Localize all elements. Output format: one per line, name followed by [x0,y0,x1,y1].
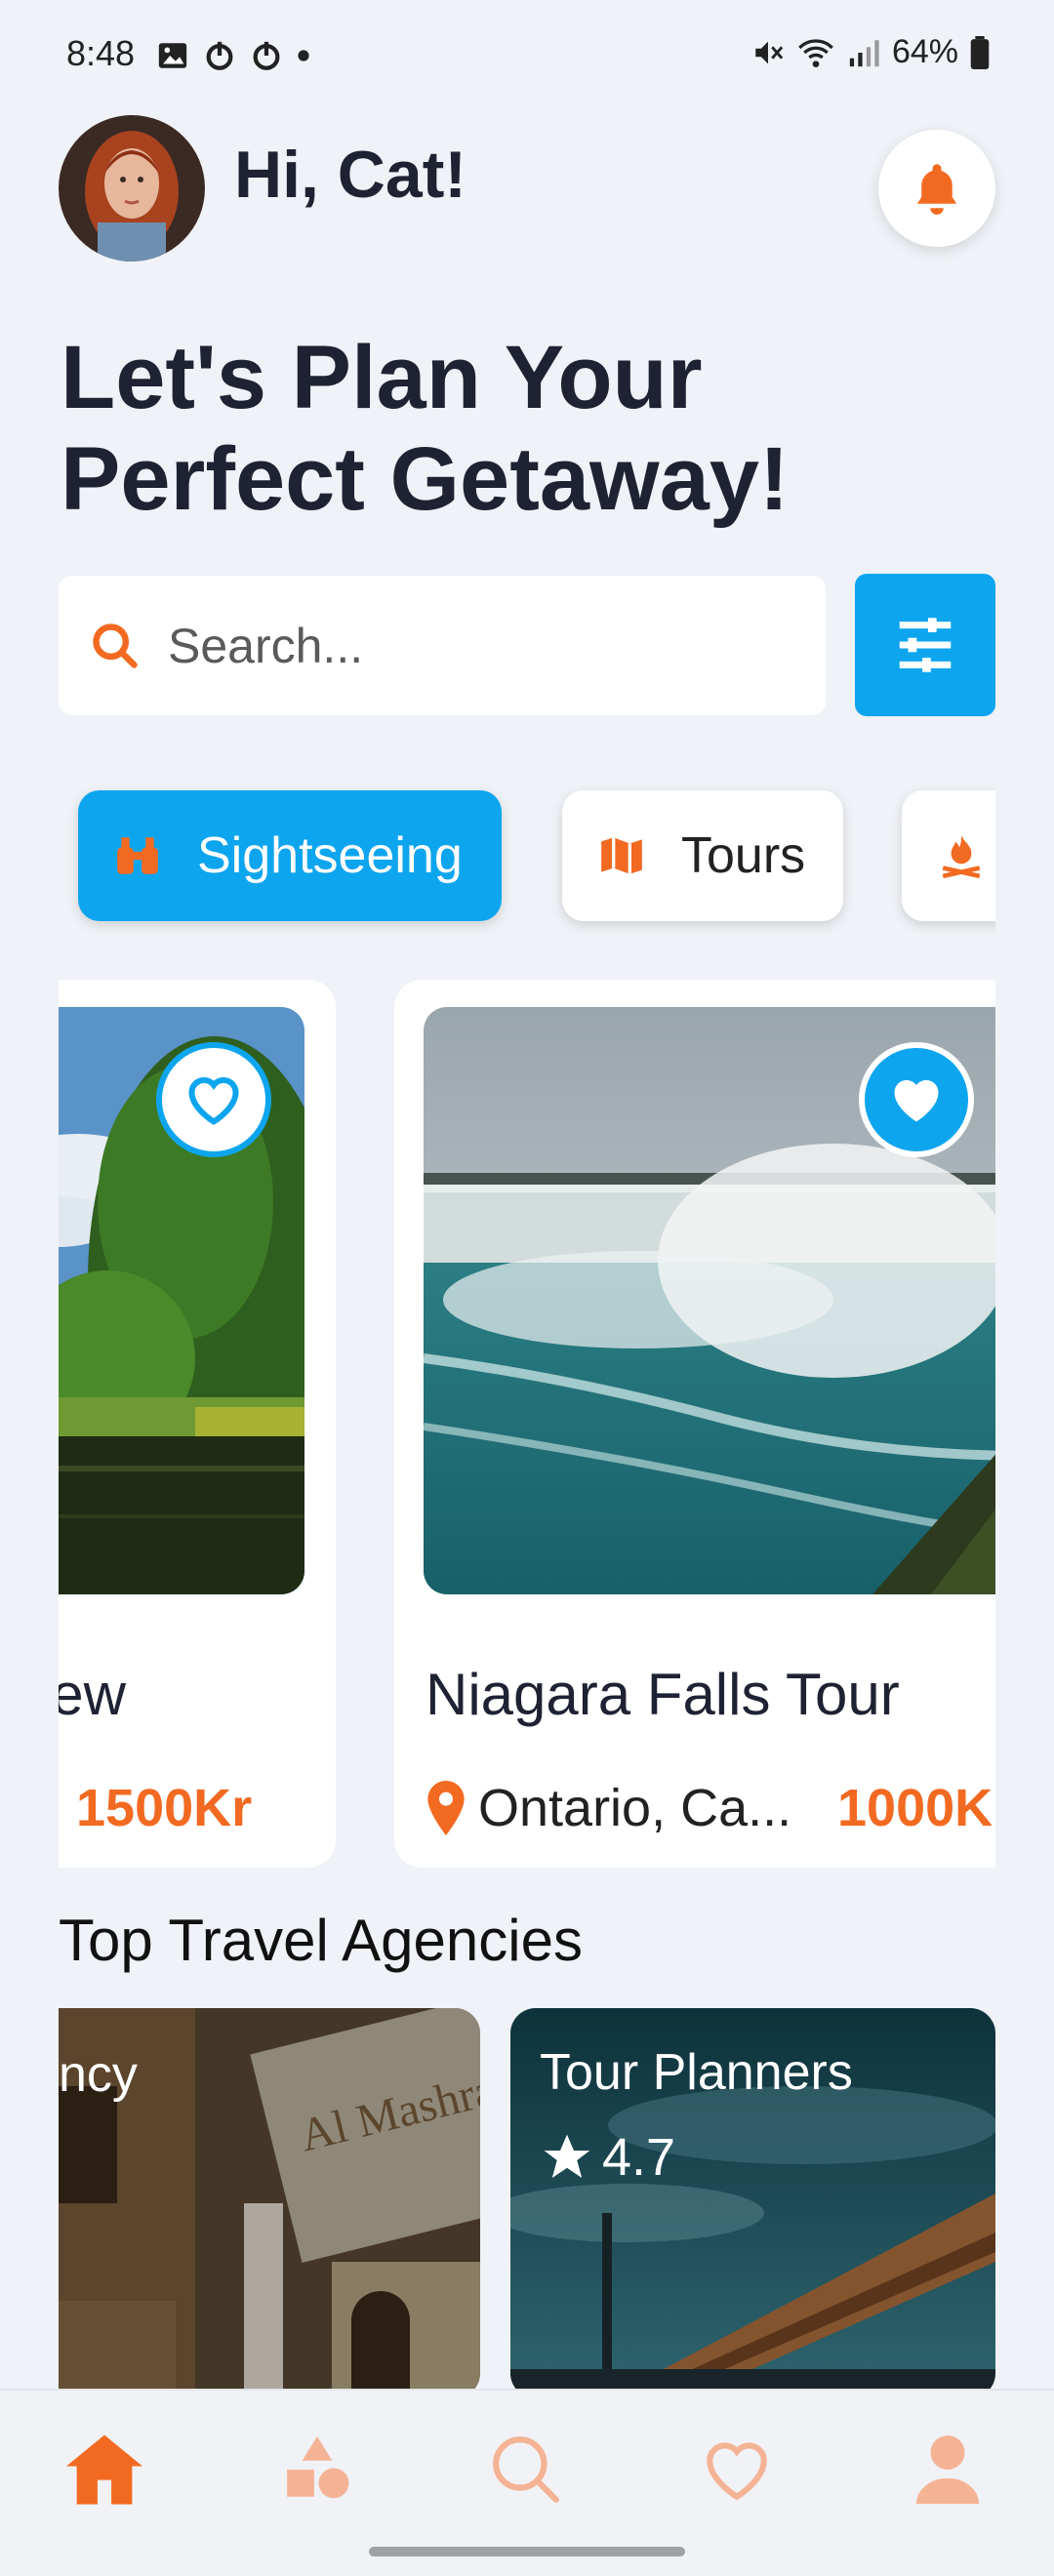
sliders-icon [899,618,952,672]
destination-title: Niagara Falls Tour [426,1662,900,1727]
search-icon [493,2436,559,2503]
mute-icon [755,41,784,63]
greeting: Hi, Cat! [234,138,466,212]
profile-icon [915,2435,980,2504]
heart-icon [707,2442,767,2501]
signal-icon [849,39,879,66]
agency-name: Tour Planners [540,2044,853,2101]
location-text: Ontario, Ca... [478,1779,792,1837]
star-icon [544,2134,590,2178]
nav-profile[interactable] [904,2426,992,2514]
rating-value: 4.7 [602,2128,676,2187]
destination-carousel: View 1500Kr [59,976,995,1873]
notifications-button[interactable] [878,130,995,247]
heart-icon [894,1080,939,1122]
home-indicator[interactable] [369,2547,685,2556]
destination-card[interactable]: View 1500Kr [59,980,336,1868]
agency-carousel: Al Mashra ncy Tour Planners 4.7 [59,2008,995,2389]
gallery-icon [158,43,187,68]
power-icon [206,41,233,70]
search-bar[interactable] [59,576,826,715]
destination-location: Ontario, Ca... [426,1778,791,1838]
dot-icon [298,50,309,61]
system-status: 64% [751,33,990,71]
binoculars-icon [117,837,158,874]
avatar[interactable] [59,115,205,262]
category-label: Tours [681,827,806,884]
notification-icons [156,39,310,72]
categories-icon [287,2436,349,2499]
nav-categories[interactable] [273,2426,361,2514]
filter-button[interactable] [855,574,995,716]
heart-outline-icon [188,1077,239,1126]
agency-card[interactable]: Tour Planners 4.7 [510,2008,995,2389]
destination-title: View [59,1662,126,1727]
category-camping[interactable] [902,790,995,921]
battery-percent: 64% [891,33,958,70]
destination-price: 1000Kr [837,1779,995,1837]
avatar-photo [59,115,205,262]
location-pin-icon [427,1781,465,1835]
section-title: Top Travel Agencies [59,1908,583,1973]
map-icon [601,837,642,874]
agency-name: ncy [59,2046,138,2103]
status-time: 8:48 [66,33,136,73]
favorite-button[interactable] [859,1042,974,1157]
wifi-icon [798,38,833,67]
home-icon [66,2435,142,2505]
status-bar: 8:48 64% [0,0,1054,107]
power-icon-2 [253,41,280,70]
category-label: Sightseeing [197,827,463,884]
category-tours[interactable]: Tours [562,790,843,921]
category-sightseeing[interactable]: Sightseeing [78,790,502,921]
agency-rating: 4.7 [540,2127,675,2188]
campfire-icon [942,835,981,879]
nav-search[interactable] [482,2426,570,2514]
agency-card[interactable]: Al Mashra ncy [59,2008,480,2389]
category-list: Sightseeing Tours [59,771,995,937]
search-input[interactable] [168,617,792,674]
battery-icon [970,35,990,69]
nav-favorites[interactable] [693,2426,781,2514]
page-title: Let's Plan Your Perfect Getaway! [61,328,790,529]
bell-icon [916,164,957,215]
nav-home[interactable] [61,2426,148,2514]
destination-price: 1500Kr [76,1779,253,1837]
favorite-button[interactable] [156,1042,271,1157]
search-icon [93,623,138,668]
destination-card[interactable]: Niagara Falls Tour Ontario, Ca... 1000Kr [394,980,995,1868]
